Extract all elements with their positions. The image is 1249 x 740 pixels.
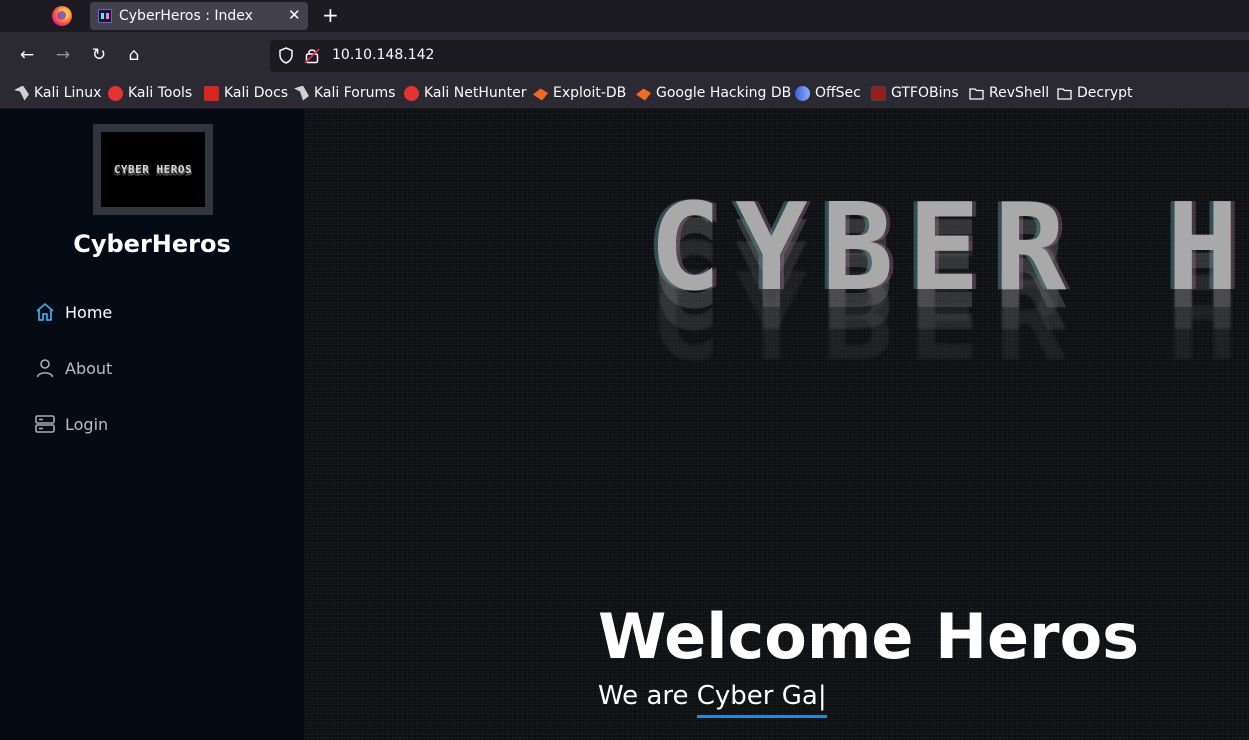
hero-banner-logo: CYBER H [649,179,1249,318]
folder-icon [1057,87,1072,100]
bookmark-kali-tools[interactable]: Kali Tools [108,84,192,102]
close-icon[interactable]: ✕ [288,6,301,24]
reload-button[interactable]: ↻ [88,44,110,66]
bookmarks-toolbar: Kali Linux Kali Tools Kali Docs Kali For… [0,78,1249,109]
bookmark-label: Kali Docs [224,85,289,101]
folder-icon [969,87,984,100]
exploit-db-icon [533,88,548,101]
tab-cyberheros[interactable]: CyberHeros : Index ✕ [90,2,308,30]
sidebar-item-login[interactable]: Login [34,412,108,436]
bookmark-google-hacking-db[interactable]: Google Hacking DB [636,84,791,102]
user-icon [36,359,54,378]
bookmark-label: Kali Forums [314,85,396,101]
sidebar-item-label: Home [65,302,113,322]
sidebar-item-label: About [65,358,113,378]
kali-dragon-icon [14,85,29,101]
sidebar-item-label: Login [65,414,109,434]
kali-forums-icon [294,85,309,101]
logo-text: CYBER HEROS [113,163,193,176]
tab-list-area [0,0,88,32]
bookmark-label: Exploit-DB [553,85,627,101]
bookmark-label: RevShell [989,85,1050,101]
navigation-toolbar: ← → ↻ ⌂ 10.10.148.142 [0,32,1249,78]
bookmark-folder-revshell[interactable]: RevShell [969,84,1049,102]
insecure-lock-icon[interactable] [304,47,320,64]
bookmark-kali-forums[interactable]: Kali Forums [294,84,395,102]
bookmark-label: Decrypt [1077,85,1133,101]
bookmark-label: OffSec [815,85,861,101]
home-icon [36,303,54,321]
page-content: CYBER HEROS CyberHeros Home About Login … [0,109,1249,740]
bookmark-label: Kali Tools [128,85,193,101]
bookmark-offsec[interactable]: OffSec [795,84,861,102]
new-tab-button[interactable]: + [322,3,339,27]
tab-bar: CyberHeros : Index ✕ + [0,0,1249,32]
sidebar-item-home[interactable]: Home [34,300,112,324]
typed-text: Cyber Ga| [696,681,827,718]
sidebar: CYBER HEROS CyberHeros Home About Login [0,109,304,740]
kali-nethunter-icon [404,85,419,101]
offsec-icon [795,85,810,101]
home-button[interactable]: ⌂ [123,44,145,66]
hero-section: CYBER H Welcome Heros We are Cyber Ga| [304,109,1249,740]
ghdb-icon [636,88,651,101]
bookmark-label: GTFOBins [891,85,959,101]
server-icon [35,415,55,433]
site-logo: CYBER HEROS [93,124,213,215]
bookmark-kali-docs[interactable]: Kali Docs [204,84,288,102]
back-button[interactable]: ← [16,44,38,66]
site-favicon-icon [98,9,112,23]
url-input[interactable]: 10.10.148.142 [332,47,434,63]
bookmark-label: Kali NetHunter [424,85,527,101]
firefox-icon[interactable] [52,6,72,26]
bookmark-kali-nethunter[interactable]: Kali NetHunter [404,84,526,102]
brand-name: CyberHeros [73,230,231,258]
tagline-prefix: We are [598,681,697,711]
url-bar[interactable]: 10.10.148.142 [270,40,1249,72]
forward-button[interactable]: → [52,44,74,66]
hero-tagline: We are Cyber Ga| [598,681,827,718]
tab-title: CyberHeros : Index [119,8,253,24]
sidebar-item-about[interactable]: About [34,356,112,380]
bookmark-label: Kali Linux [34,85,102,101]
bookmark-label: Google Hacking DB [656,85,792,101]
gtfobins-icon [871,85,886,101]
bookmark-gtfobins[interactable]: GTFOBins [871,84,959,102]
kali-docs-icon [204,85,219,101]
bookmark-folder-decrypt[interactable]: Decrypt [1057,84,1133,102]
logo-image: CYBER HEROS [101,132,205,207]
shield-icon[interactable] [278,47,294,64]
hero-title: Welcome Heros [598,600,1140,673]
bookmark-kali-linux[interactable]: Kali Linux [14,84,101,102]
bookmark-exploit-db[interactable]: Exploit-DB [533,84,626,102]
kali-tools-icon [108,85,123,101]
